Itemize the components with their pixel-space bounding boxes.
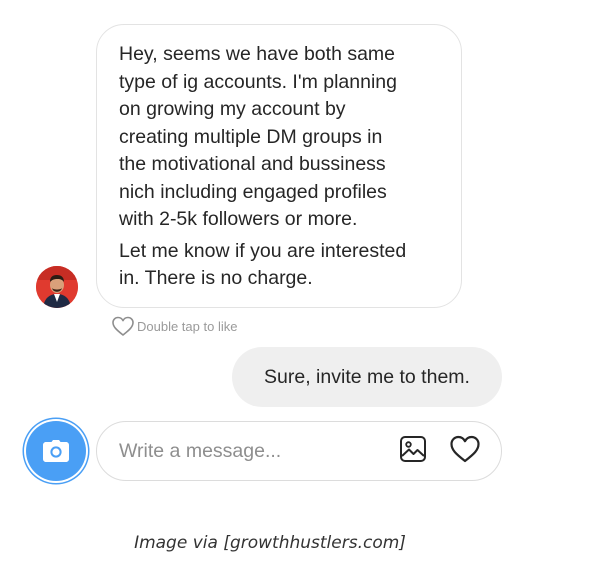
message-input[interactable]: [119, 436, 379, 466]
incoming-message-paragraph-1: Hey, seems we have both same type of ig …: [119, 43, 397, 230]
outgoing-message-text: Sure, invite me to them.: [264, 365, 470, 388]
incoming-message-bubble[interactable]: Hey, seems we have both same type of ig …: [96, 24, 462, 308]
heart-outline-icon: [111, 315, 135, 337]
double-tap-hint: Double tap to like: [137, 318, 238, 334]
avatar-portrait: [36, 266, 78, 308]
heart-icon: [449, 434, 481, 469]
sender-avatar[interactable]: [36, 266, 78, 308]
message-composer: [96, 421, 502, 481]
camera-button[interactable]: [26, 421, 86, 481]
incoming-message-paragraph-2: Let me know if you are interested in. Th…: [119, 239, 407, 290]
image-caption: Image via [growthhustlers.com]: [134, 533, 406, 553]
camera-icon: [42, 439, 70, 463]
gallery-button[interactable]: [399, 435, 427, 468]
image-icon: [399, 435, 427, 468]
outgoing-message-bubble[interactable]: Sure, invite me to them.: [232, 347, 502, 407]
like-button[interactable]: [449, 434, 481, 469]
double-tap-like-row[interactable]: Double tap to like: [111, 314, 237, 338]
